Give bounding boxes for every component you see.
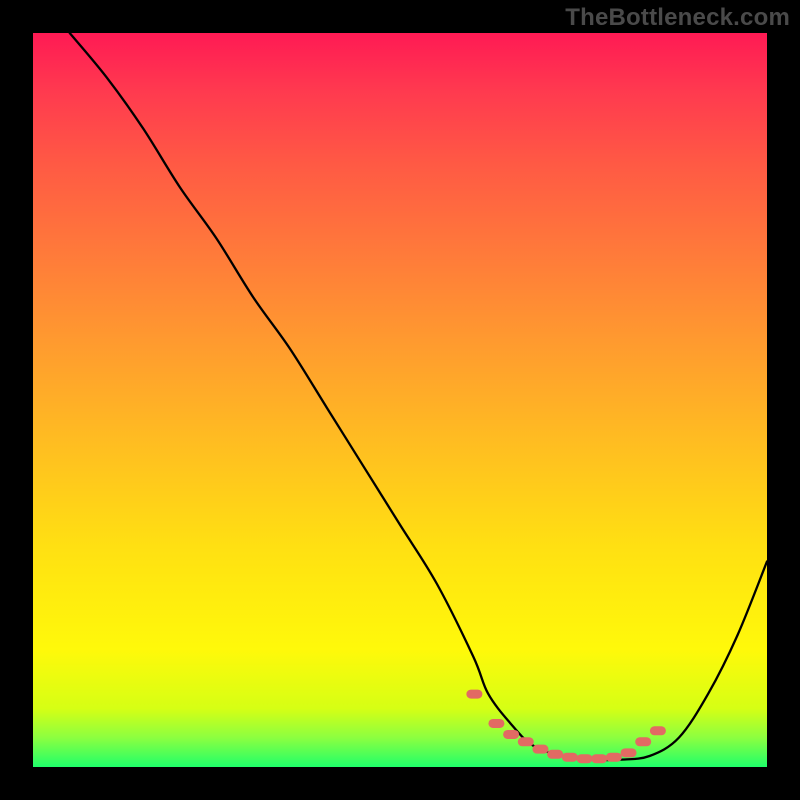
watermark-text: TheBottleneck.com [565,4,790,32]
highlight-dot [621,748,637,757]
highlight-dot [518,737,534,746]
highlight-dot [547,750,563,759]
highlight-dot [532,745,548,754]
curve-layer [33,33,767,767]
bottleneck-curve-path [70,33,767,760]
plot-area [33,33,767,767]
highlight-dot [503,730,519,739]
highlight-dot [466,690,482,699]
highlight-dot [591,754,607,763]
chart-stage: TheBottleneck.com [0,0,800,800]
highlight-dot [635,737,651,746]
highlight-dot [606,753,622,762]
highlight-dot [577,754,593,763]
highlight-dot [488,719,504,728]
highlight-dot [562,753,578,762]
highlight-dots-group [466,690,666,764]
highlight-dot [650,726,666,735]
